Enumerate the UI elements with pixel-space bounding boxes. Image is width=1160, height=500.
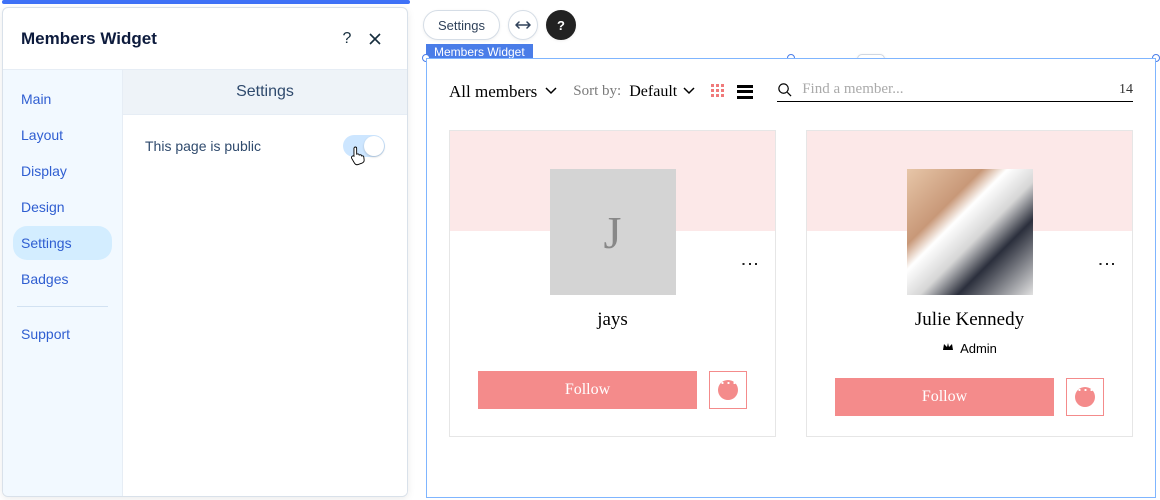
sidebar-item-badges[interactable]: Badges	[13, 262, 112, 296]
stretch-icon[interactable]	[508, 10, 538, 40]
public-toggle-row: This page is public	[145, 135, 385, 157]
member-card: ⋮ Julie Kennedy Admin Follow	[806, 130, 1133, 437]
sidebar-separator	[17, 306, 108, 307]
sidebar-item-display[interactable]: Display	[13, 154, 112, 188]
sidebar-item-design[interactable]: Design	[13, 190, 112, 224]
close-icon[interactable]	[361, 25, 389, 53]
sort-value: Default	[629, 83, 677, 101]
public-toggle[interactable]	[343, 135, 385, 157]
panel-title: Members Widget	[21, 29, 333, 49]
follow-button[interactable]: Follow	[835, 378, 1054, 416]
chat-icon	[718, 380, 738, 400]
member-cards: J ⋮ jays Follow ⋮ Julie Kennedy	[427, 102, 1155, 437]
filter-label: All members	[449, 82, 537, 102]
avatar-photo	[907, 169, 1033, 295]
member-name: Julie Kennedy	[807, 309, 1132, 331]
help-pill[interactable]: ?	[546, 10, 576, 40]
content-heading: Settings	[123, 70, 407, 115]
chevron-down-icon	[683, 83, 695, 100]
sidebar-item-main[interactable]: Main	[13, 82, 112, 116]
panel-top-accent	[2, 0, 410, 4]
view-toggle	[711, 84, 753, 100]
chat-button[interactable]	[709, 371, 747, 409]
search-icon	[777, 82, 792, 97]
role-label: Admin	[960, 341, 997, 356]
chat-button[interactable]	[1066, 378, 1104, 416]
follow-button[interactable]: Follow	[478, 371, 697, 409]
grid-view-icon[interactable]	[711, 84, 727, 100]
sidebar-item-support[interactable]: Support	[13, 317, 112, 351]
public-toggle-label: This page is public	[145, 138, 261, 154]
settings-pill[interactable]: Settings	[423, 10, 500, 40]
sort-prefix: Sort by:	[573, 83, 621, 100]
panel-header: Members Widget ?	[3, 8, 407, 70]
panel-sidebar: Main Layout Display Design Settings Badg…	[3, 70, 123, 496]
panel-content: Settings This page is public	[123, 70, 407, 496]
filter-dropdown[interactable]: All members	[449, 82, 557, 102]
settings-panel: Members Widget ? Main Layout Display Des…	[2, 7, 408, 497]
toggle-knob	[364, 136, 384, 156]
list-view-icon[interactable]	[737, 85, 753, 99]
crown-icon	[942, 342, 954, 355]
member-count: 14	[1111, 82, 1133, 98]
widget-canvas: All members Sort by: Default	[426, 58, 1156, 498]
search-input[interactable]	[802, 81, 1111, 98]
canvas-pill-row: Settings ?	[423, 10, 576, 40]
sidebar-item-settings[interactable]: Settings	[13, 226, 112, 260]
widget-toolbar: All members Sort by: Default	[427, 59, 1155, 102]
help-icon[interactable]: ?	[333, 25, 361, 53]
member-name: jays	[450, 309, 775, 331]
member-role: Admin	[807, 341, 1132, 356]
card-more-icon[interactable]: ⋮	[1096, 255, 1118, 273]
card-more-icon[interactable]: ⋮	[739, 255, 761, 273]
member-card: J ⋮ jays Follow	[449, 130, 776, 437]
sidebar-item-layout[interactable]: Layout	[13, 118, 112, 152]
avatar-placeholder: J	[550, 169, 676, 295]
search-field[interactable]: 14	[777, 81, 1133, 102]
chat-icon	[1075, 387, 1095, 407]
sort-dropdown[interactable]: Sort by: Default	[573, 83, 695, 101]
chevron-down-icon	[545, 84, 557, 99]
